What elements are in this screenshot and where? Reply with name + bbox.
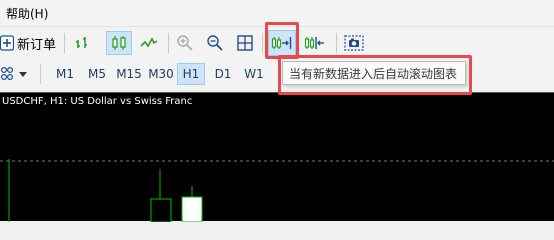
- highlight-box-button: [265, 22, 299, 59]
- timeframe-w1[interactable]: W1: [240, 63, 268, 85]
- bar-chart-button[interactable]: [72, 32, 94, 54]
- timeframe-m15[interactable]: M15: [114, 63, 144, 85]
- toolbar-separator: [64, 33, 65, 53]
- timeframe-m5[interactable]: M5: [84, 63, 110, 85]
- toolbar-separator: [40, 64, 41, 84]
- candlestick-chart-icon: [112, 36, 126, 50]
- candlestick-chart-button[interactable]: [106, 31, 132, 55]
- chart-canvas: [0, 159, 554, 222]
- chart-area[interactable]: USDCHF, H1: US Dollar vs Swiss Franc: [0, 92, 554, 222]
- zoom-in-icon: [177, 35, 193, 51]
- toolbar-separator: [262, 33, 263, 53]
- chart-shift-button[interactable]: [302, 32, 328, 54]
- zoom-out-button[interactable]: [204, 32, 226, 54]
- grid-button[interactable]: [234, 32, 256, 54]
- zoom-out-icon: [207, 35, 223, 51]
- chevron-down-icon: [19, 72, 27, 77]
- toolbar-separator: [168, 33, 169, 53]
- screenshot-button[interactable]: [342, 32, 366, 54]
- plus-icon: [0, 35, 14, 51]
- new-order-button[interactable]: 新订单: [0, 31, 56, 55]
- highlight-box-tooltip: [278, 55, 472, 95]
- candle-body: [150, 198, 172, 222]
- objects-icon: [0, 66, 14, 81]
- bar-chart-icon: [76, 37, 87, 48]
- periodicity-dropdown[interactable]: [0, 62, 28, 86]
- chart-shift-icon: [304, 37, 324, 49]
- candle-body: [181, 196, 203, 222]
- screenshot-icon: [344, 35, 364, 51]
- timeframe-m30[interactable]: M30: [146, 63, 176, 85]
- timeframe-d1[interactable]: D1: [210, 63, 236, 85]
- zoom-in-button[interactable]: [174, 32, 196, 54]
- toolbar-separator: [336, 33, 337, 53]
- timeframe-m1[interactable]: M1: [52, 63, 78, 85]
- line-chart-icon: [140, 37, 158, 48]
- line-chart-button[interactable]: [138, 32, 160, 54]
- timeframe-h1[interactable]: H1: [177, 63, 205, 85]
- menu-help[interactable]: 帮助(H): [6, 5, 48, 22]
- grid-icon: [237, 35, 253, 51]
- new-order-label: 新订单: [17, 37, 57, 53]
